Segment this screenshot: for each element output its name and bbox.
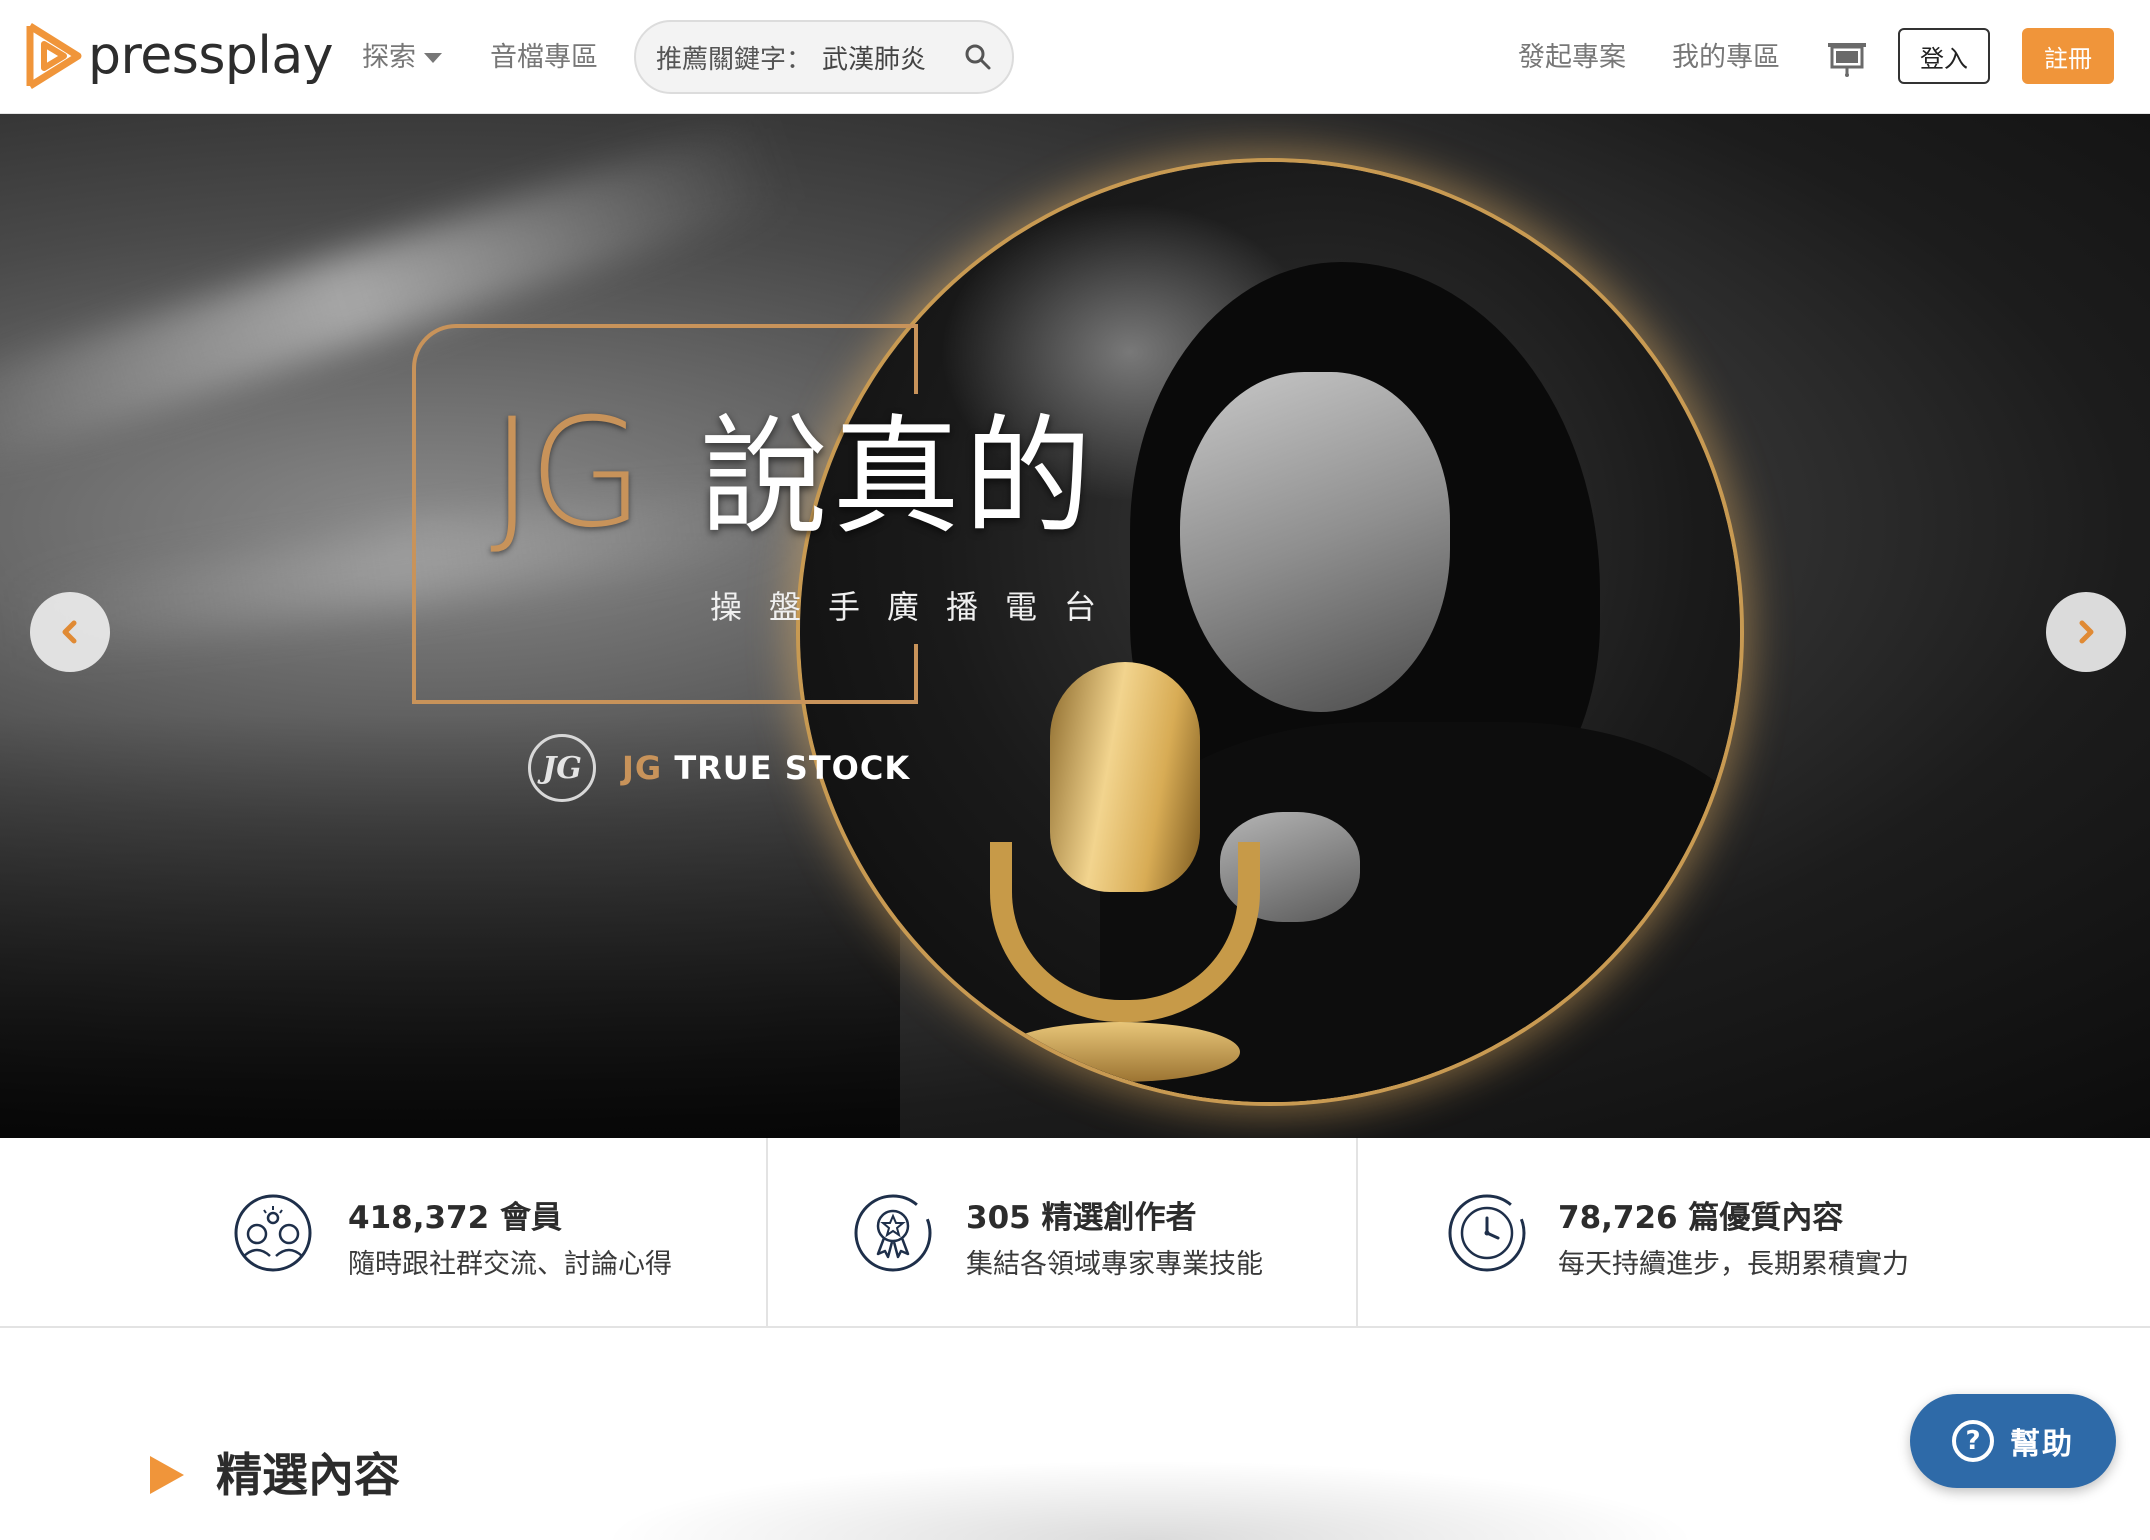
nav-explore-dropdown[interactable]: 探索: [362, 38, 442, 78]
logo-text: pressplay: [88, 26, 334, 86]
stat-title: 418,372 會員: [348, 1200, 562, 1236]
stat-description: 隨時跟社群交流、討論心得: [348, 1249, 672, 1280]
microphone-base: [1000, 1022, 1240, 1082]
play-logo-icon: [26, 23, 82, 89]
featured-section-title: 精選內容: [216, 1448, 400, 1502]
chevron-right-icon: [2079, 620, 2094, 644]
brand-name-rest: TRUE STOCK: [674, 749, 911, 787]
stat-creators: 305 精選創作者 集結各領域專家專業技能: [768, 1138, 1358, 1328]
title-frame-edge: [914, 324, 918, 394]
jg-badge-icon: JG: [528, 734, 596, 802]
award-icon: [854, 1194, 932, 1272]
stat-title: 78,726 篇優質內容: [1558, 1200, 1844, 1236]
register-button[interactable]: 註冊: [2022, 28, 2114, 84]
stat-title: 305 精選創作者: [966, 1200, 1197, 1236]
carousel-next-button[interactable]: [2046, 592, 2126, 672]
stat-members: 418,372 會員 隨時跟社群交流、討論心得: [0, 1138, 768, 1328]
search-suggest-keyword[interactable]: 武漢肺炎: [822, 39, 926, 76]
search-suggest-label: 推薦關鍵字：: [656, 44, 813, 75]
nav-audio-zone[interactable]: 音檔專區: [490, 38, 598, 78]
nav-my-projects[interactable]: 我的專區: [1672, 38, 1780, 78]
search-bar[interactable]: 推薦關鍵字： 武漢肺炎: [634, 20, 1014, 94]
gold-microphone-icon: [1050, 662, 1200, 892]
stats-strip: 418,372 會員 隨時跟社群交流、討論心得 305 精選創作者 集結各領域專…: [0, 1138, 2150, 1328]
stat-description: 每天持續進步，長期累積實力: [1558, 1249, 1909, 1280]
nav-explore-label: 探索: [362, 42, 416, 73]
help-button[interactable]: ? 幫助: [1910, 1394, 2116, 1488]
host-portrait-image: [800, 162, 1740, 1102]
stat-description: 集結各領域專家專業技能: [966, 1249, 1263, 1280]
play-marker-icon: [150, 1456, 184, 1494]
title-frame-edge: [412, 700, 918, 704]
caret-down-icon: [424, 53, 442, 63]
clock-icon: [1448, 1194, 1526, 1272]
banner-title-jg: JG: [490, 387, 645, 561]
hero-carousel-banner[interactable]: JG 說真的 操盤手廣播電台 JG JG TRUE STOCK: [0, 114, 2150, 1138]
brand-name: JG TRUE STOCK: [622, 749, 910, 787]
search-icon[interactable]: [964, 43, 992, 71]
pressplay-logo[interactable]: pressplay: [24, 22, 334, 90]
brand-mark: JG JG TRUE STOCK: [528, 734, 910, 802]
banner-title: 說真的: [700, 403, 1097, 552]
nav-start-project[interactable]: 發起專案: [1518, 38, 1626, 78]
title-frame-edge: [914, 644, 918, 704]
top-header: pressplay 探索 音檔專區 推薦關鍵字： 武漢肺炎 發起專案 我的專區 …: [0, 0, 2150, 114]
projector-screen-icon[interactable]: [1826, 40, 1868, 78]
featured-carousel-shadow: [600, 1460, 1700, 1540]
featured-section-header: 精選內容: [150, 1452, 400, 1498]
stat-content: 78,726 篇優質內容 每天持續進步，長期累積實力: [1358, 1138, 2150, 1328]
community-icon: [234, 1194, 312, 1272]
brand-name-jg: JG: [622, 749, 663, 787]
chevron-left-icon: [62, 620, 77, 644]
help-label: 幫助: [2010, 1427, 2074, 1462]
carousel-prev-button[interactable]: [30, 592, 110, 672]
banner-subtitle: 操盤手廣播電台: [710, 588, 1124, 626]
question-mark-icon: ?: [1952, 1420, 1994, 1462]
login-button[interactable]: 登入: [1898, 28, 1990, 84]
